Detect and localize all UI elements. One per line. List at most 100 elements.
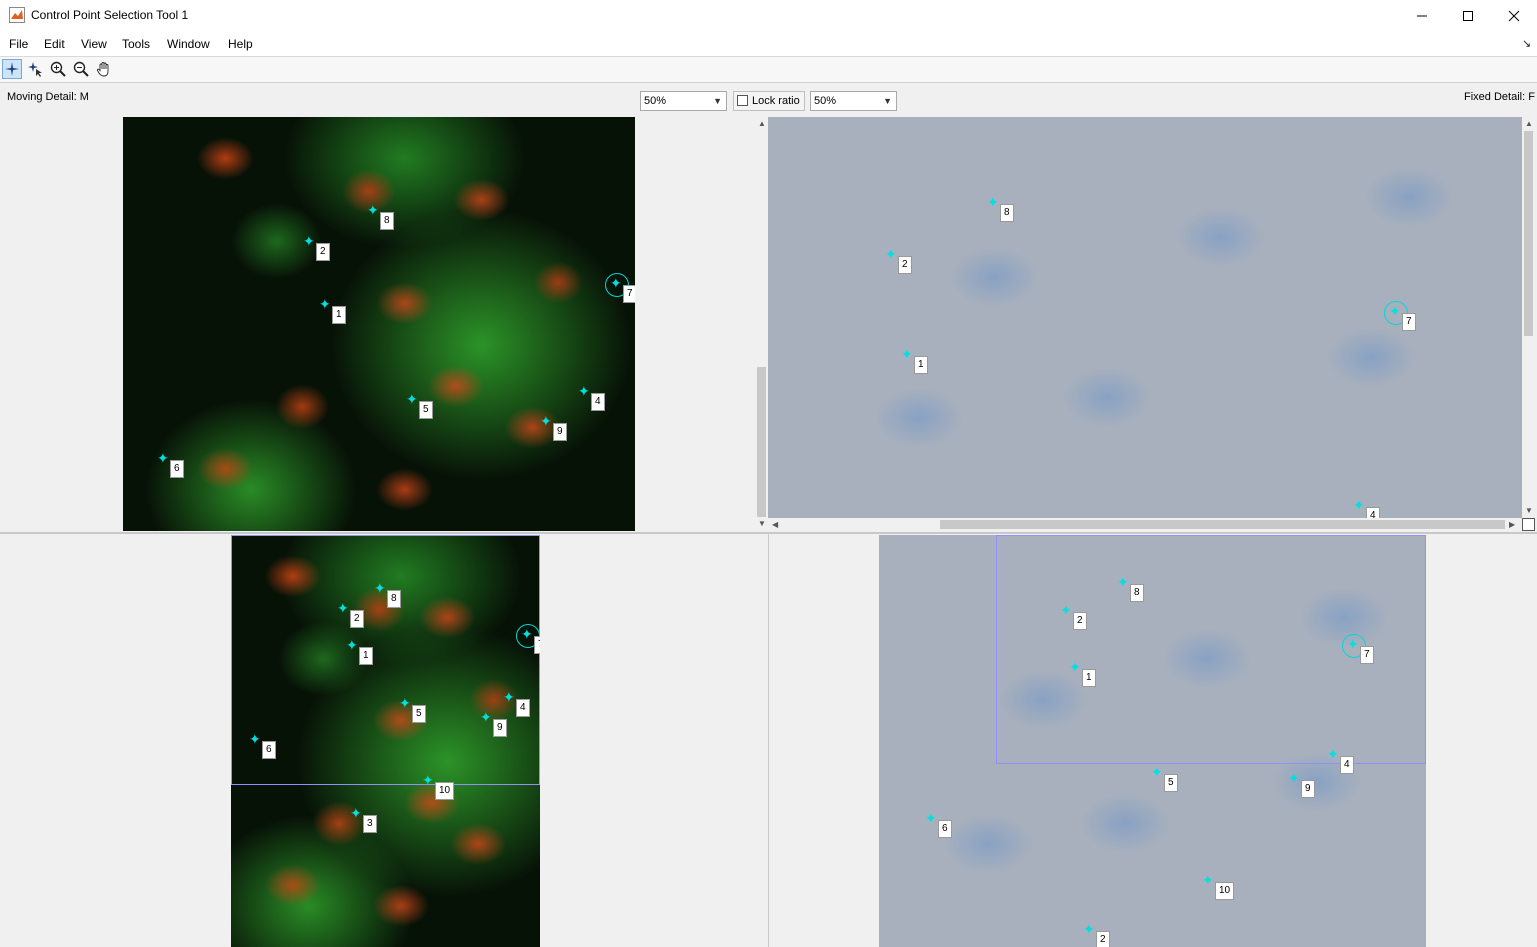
control-point-icon: ✦ (1202, 872, 1214, 888)
scroll-up-icon[interactable]: ▲ (1525, 119, 1533, 128)
control-point-icon: ✦ (578, 383, 590, 399)
control-point-label: 6 (262, 741, 276, 759)
moving-overview-image[interactable]: ✦8 ✦2 ✦1 ✦7 ✦5 ✦4 ✦9 ✦6 ✦10 ✦3 (231, 535, 540, 947)
menu-tools[interactable]: Tools (122, 37, 150, 51)
control-point-label: 8 (1000, 204, 1014, 222)
add-point-icon[interactable] (2, 59, 22, 79)
control-point-label: 1 (359, 647, 373, 665)
close-button[interactable] (1491, 0, 1537, 32)
control-point-icon: ✦ (503, 689, 515, 705)
moving-detail-image[interactable]: ✦ 8 ✦ 2 ✦ 1 ✦ 7 ✦ 5 ✦ 4 ✦ 9 ✦ 6 (123, 117, 635, 531)
control-point-icon: ✦ (1069, 659, 1081, 675)
control-point-icon: ✦ (610, 275, 622, 291)
control-point-icon: ✦ (1151, 764, 1163, 780)
menu-file[interactable]: File (9, 37, 28, 51)
control-point-label: 5 (412, 705, 426, 723)
control-point-icon: ✦ (406, 391, 418, 407)
window-title: Control Point Selection Tool 1 (31, 8, 189, 22)
vertical-divider[interactable] (768, 534, 769, 947)
control-point-label: 3 (363, 815, 377, 833)
scroll-left-icon[interactable]: ◀ (772, 520, 778, 529)
control-point-label: 2 (350, 610, 364, 628)
menu-window[interactable]: Window (167, 37, 210, 51)
menu-edit[interactable]: Edit (44, 37, 65, 51)
lock-ratio-checkbox[interactable] (737, 95, 748, 106)
control-point-label: 2 (1096, 931, 1110, 947)
fixed-detail-hscrollbar[interactable]: ◀ ▶ (768, 518, 1522, 531)
zoom-out-icon[interactable] (71, 59, 91, 79)
control-point-icon: ✦ (303, 233, 315, 249)
maximize-button[interactable] (1445, 0, 1491, 32)
control-point-icon: ✦ (540, 413, 552, 429)
control-point-icon: ✦ (346, 637, 358, 653)
title-bar: Control Point Selection Tool 1 (0, 0, 1537, 32)
dock-figure-icon[interactable]: ↘ (1522, 37, 1531, 50)
scrollbar-thumb[interactable] (940, 520, 1505, 529)
pan-hand-icon[interactable] (94, 59, 114, 79)
overview-detail-rect[interactable] (231, 535, 540, 785)
fixed-detail-vscrollbar[interactable]: ▲ ▼ (1522, 117, 1535, 518)
scroll-down-icon[interactable]: ▼ (1525, 506, 1533, 515)
control-point-icon: ✦ (350, 805, 362, 821)
control-point-label: 9 (553, 423, 567, 441)
moving-detail-vscrollbar[interactable]: ▲ ▼ (755, 117, 768, 531)
control-point-label: 1 (332, 306, 346, 324)
control-point-label: 8 (1130, 584, 1144, 602)
control-point-label: 9 (1301, 780, 1315, 798)
control-point-icon: ✦ (1389, 303, 1401, 319)
control-point-label: 9 (493, 719, 507, 737)
control-point-label: 2 (316, 243, 330, 261)
select-point-icon[interactable] (25, 59, 45, 79)
chevron-down-icon: ▼ (883, 96, 892, 106)
control-point-label: 10 (435, 782, 455, 800)
menu-bar: File Edit View Tools Window Help (0, 32, 1537, 57)
control-point-icon: ✦ (521, 626, 533, 642)
control-point-icon: ✦ (374, 580, 386, 596)
moving-zoom-select[interactable]: 50% ▼ (640, 91, 727, 111)
control-point-icon: ✦ (1353, 497, 1365, 513)
control-point-label: 5 (419, 401, 433, 419)
minimize-button[interactable] (1399, 0, 1445, 32)
scroll-up-icon[interactable]: ▲ (758, 119, 766, 128)
control-point-icon: ✦ (249, 731, 261, 747)
scrollbar-thumb[interactable] (1524, 131, 1533, 336)
control-point-icon: ✦ (319, 296, 331, 312)
control-point-label: 7 (1360, 646, 1374, 664)
control-point-label: 4 (591, 393, 605, 411)
control-point-icon: ✦ (1083, 921, 1095, 937)
control-point-icon: ✦ (1060, 602, 1072, 618)
control-point-label: 7 (534, 636, 540, 654)
control-point-label: 7 (1402, 313, 1416, 331)
control-point-label: 2 (898, 256, 912, 274)
fixed-zoom-select[interactable]: 50% ▼ (810, 91, 897, 111)
fixed-detail-image[interactable]: ✦ 8 ✦ 2 ✦ 1 ✦ 7 ✦ 4 (768, 117, 1522, 518)
control-point-icon: ✦ (337, 600, 349, 616)
scroll-down-icon[interactable]: ▼ (758, 519, 766, 528)
control-point-label: 4 (516, 699, 530, 717)
control-point-icon: ✦ (480, 709, 492, 725)
control-point-icon: ✦ (1327, 746, 1339, 762)
control-point-label: 6 (170, 460, 184, 478)
lock-ratio-label: Lock ratio (752, 95, 800, 107)
menu-help[interactable]: Help (228, 37, 253, 51)
control-point-icon: ✦ (987, 194, 999, 210)
control-point-label: 4 (1340, 756, 1354, 774)
scrollbar-thumb[interactable] (757, 367, 766, 517)
zoom-in-icon[interactable] (48, 59, 68, 79)
menu-view[interactable]: View (81, 37, 107, 51)
control-point-icon: ✦ (157, 450, 169, 466)
control-point-label: 1 (914, 356, 928, 374)
control-point-label: 10 (1215, 882, 1235, 900)
moving-zoom-value: 50% (644, 95, 667, 107)
fixed-detail-label: Fixed Detail: F (1464, 91, 1535, 103)
control-point-label: 8 (380, 212, 394, 230)
fixed-overview-image[interactable]: ✦ 8 ✦ 2 ✦ 1 ✦ 7 ✦ 4 ✦ 5 ✦ 9 ✦ 6 ✦ 10 ✦ 2 (879, 535, 1426, 947)
control-point-label: 5 (1164, 774, 1178, 792)
control-point-icon: ✦ (1288, 770, 1300, 786)
control-point-icon: ✦ (925, 810, 937, 826)
scroll-right-icon[interactable]: ▶ (1509, 520, 1515, 529)
control-point-icon: ✦ (1347, 636, 1359, 652)
corner-box (1522, 518, 1535, 531)
control-point-icon: ✦ (422, 772, 434, 788)
control-point-label: 2 (1073, 612, 1087, 630)
